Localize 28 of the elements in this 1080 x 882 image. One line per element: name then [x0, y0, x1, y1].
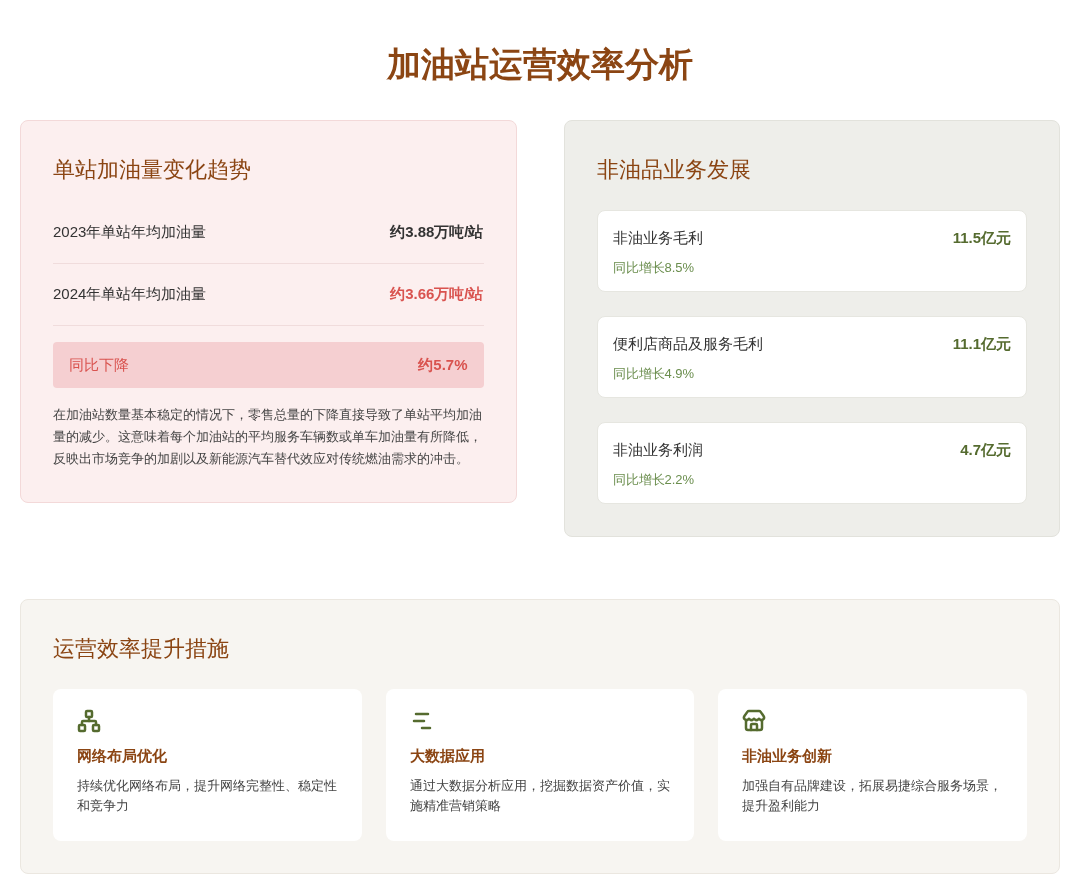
- metric-label: 非油业务毛利: [612, 228, 703, 248]
- change-label: 同比下降: [69, 354, 129, 375]
- metric-label: 2024年单站年均加油量: [53, 284, 207, 305]
- card-heading: 单站加油量变化趋势: [53, 156, 252, 184]
- measure-title: 非油业务创新: [742, 746, 834, 766]
- metric-label: 非油业务利润: [612, 440, 703, 460]
- metric-value: 约3.66万吨/站: [390, 284, 484, 305]
- panel-heading: 运营效率提升措施: [53, 635, 230, 663]
- metric-label: 便利店商品及服务毛利: [612, 334, 763, 354]
- page-title: 加油站运营效率分析: [385, 48, 694, 82]
- measure-title: 大数据应用: [409, 746, 486, 766]
- growth-text: 同比增长4.9%: [612, 364, 696, 383]
- metric-value: 4.7亿元: [960, 440, 1011, 460]
- metric-value: 11.1亿元: [952, 334, 1011, 354]
- change-value: 约5.7%: [418, 354, 468, 375]
- card-heading: 非油品业务发展: [596, 156, 752, 184]
- growth-text: 同比增长8.5%: [612, 258, 696, 277]
- metric-label: 2023年单站年均加油量: [53, 222, 207, 243]
- measure-text: 通过大数据分析应用，挖掘数据资产价值，实施精准营销策略: [409, 776, 671, 815]
- growth-text: 同比增长2.2%: [612, 470, 696, 489]
- store-icon: [742, 709, 767, 733]
- network-icon: [77, 709, 101, 733]
- measure-title: 网络布局优化: [77, 746, 168, 766]
- metric-value: 约3.88万吨/站: [390, 222, 484, 243]
- measure-text: 加强自有品牌建设，拓展易捷综合服务场景，提升盈利能力: [742, 776, 1003, 815]
- measure-text: 持续优化网络布局，提升网络完整性、稳定性和竞争力: [77, 776, 338, 815]
- metric-value: 11.5亿元: [952, 228, 1011, 248]
- note-paragraph: 在加油站数量基本稳定的情况下，零售总量的下降直接导致了单站平均加油量的减少。这意味着每个加油站的平均服务车辆数或单车加油量有所降低，反映出市场竞争的加剧以及新能源汽车替代效应对传统燃油需求的冲击。: [53, 406, 483, 468]
